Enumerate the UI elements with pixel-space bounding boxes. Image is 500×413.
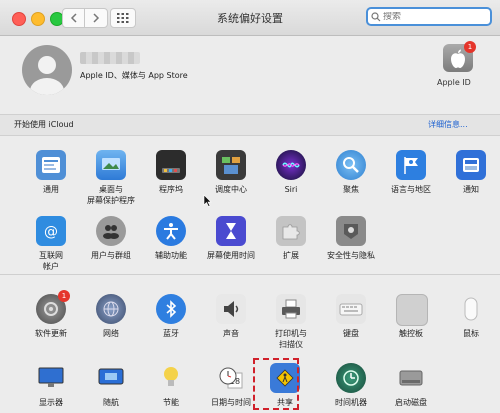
network-icon <box>96 294 126 324</box>
pane-startup-disk[interactable]: 启动磁盘 <box>382 363 440 413</box>
trackpad-icon <box>396 294 428 326</box>
pane-bluetooth[interactable]: 蓝牙 <box>142 294 200 364</box>
displays-icon <box>36 363 66 393</box>
extensions-icon <box>276 216 306 246</box>
notifications-icon <box>456 150 486 180</box>
pane-time-machine[interactable]: 时间机器 <box>322 363 380 413</box>
security-privacy-icon <box>336 216 366 246</box>
pane-energy-saver[interactable]: 节能 <box>142 363 200 413</box>
pane-label: 鼠标 <box>463 329 479 338</box>
startup-disk-icon <box>396 363 426 393</box>
printers-scanners-icon <box>276 294 306 324</box>
pane-network[interactable]: 网络 <box>82 294 140 364</box>
pane-general[interactable]: 通用 <box>22 150 80 220</box>
pane-accessibility[interactable]: 辅助功能 <box>142 216 200 286</box>
pane-screen-time[interactable]: 屏幕使用时间 <box>202 216 260 286</box>
screen-time-icon <box>216 216 246 246</box>
icloud-details-link[interactable]: 详细信息... <box>428 119 468 130</box>
sound-icon <box>216 294 246 324</box>
accessibility-icon <box>156 216 186 246</box>
search-field[interactable] <box>366 7 492 26</box>
software-update-badge: 1 <box>58 290 70 302</box>
pane-displays[interactable]: 显示器 <box>22 363 80 413</box>
avatar[interactable] <box>22 45 72 95</box>
apple-id-badge: 1 <box>464 41 476 53</box>
pane-sound[interactable]: 声音 <box>202 294 260 364</box>
spotlight-icon <box>336 150 366 180</box>
time-machine-icon <box>336 363 366 393</box>
pane-siri[interactable]: Siri <box>262 150 320 220</box>
apple-id-label: Apple ID <box>437 78 471 87</box>
sidecar-icon <box>96 363 126 393</box>
dock-icon <box>156 150 186 180</box>
pane-extensions[interactable]: 扩展 <box>262 216 320 286</box>
pane-printers-scanners[interactable]: 打印机与 扫描仪 <box>262 294 320 364</box>
pane-desktop-screensaver[interactable]: 桌面与 屏幕保护程序 <box>82 150 140 220</box>
pane-dock[interactable]: 程序坞 <box>142 150 200 220</box>
desktop-screensaver-icon <box>96 150 126 180</box>
search-icon <box>371 11 381 21</box>
keyboard-icon <box>336 294 366 324</box>
pane-mission-control[interactable]: 调度中心 <box>202 150 260 220</box>
bluetooth-icon <box>156 294 186 324</box>
internet-accounts-icon: @ <box>36 216 66 246</box>
pane-users-groups[interactable]: 用户与群组 <box>82 216 140 286</box>
language-region-icon <box>396 150 426 180</box>
system-preferences-window: 系统偏好设置 Apple ID、媒体与 App Store 1 Apple ID… <box>0 0 500 413</box>
icloud-banner: 开始使用 iCloud 详细信息... <box>0 114 500 136</box>
pane-spotlight[interactable]: 聚焦 <box>322 150 380 220</box>
pane-label: 安全性与隐私 <box>327 251 375 260</box>
pane-notifications[interactable]: 通知 <box>442 150 500 220</box>
pane-label: 通知 <box>463 185 479 194</box>
pane-language-region[interactable]: 语言与地区 <box>382 150 440 220</box>
pane-software-update[interactable]: 1 软件更新 <box>22 290 80 364</box>
pane-keyboard[interactable]: 键盘 <box>322 294 380 364</box>
users-groups-icon <box>96 216 126 246</box>
sharing-highlight-frame <box>253 358 299 410</box>
mouse-icon <box>456 294 486 324</box>
section-divider <box>0 274 500 275</box>
pane-mouse[interactable]: 鼠标 <box>442 294 500 364</box>
pane-trackpad[interactable]: 触控板 <box>382 294 440 364</box>
pane-internet-accounts[interactable]: @ 互联网 帐户 <box>22 216 80 286</box>
pane-security-privacy[interactable]: 安全性与隐私 <box>322 216 380 286</box>
svg-text:@: @ <box>44 224 58 240</box>
siri-icon <box>276 150 306 180</box>
pane-sidecar[interactable]: 随航 <box>82 363 140 413</box>
general-icon <box>36 150 66 180</box>
pane-label: 启动磁盘 <box>395 398 427 407</box>
account-subtitle: Apple ID、媒体与 App Store <box>80 71 188 80</box>
date-time-icon: 18 <box>216 363 246 393</box>
mouse-cursor-icon <box>203 194 212 207</box>
account-name-blurred <box>80 52 140 64</box>
user-silhouette-icon <box>30 56 64 95</box>
titlebar: 系统偏好设置 <box>0 0 500 36</box>
search-input[interactable] <box>381 11 483 22</box>
energy-saver-icon <box>156 363 186 393</box>
icloud-prompt: 开始使用 iCloud <box>14 120 74 129</box>
mission-control-icon <box>216 150 246 180</box>
